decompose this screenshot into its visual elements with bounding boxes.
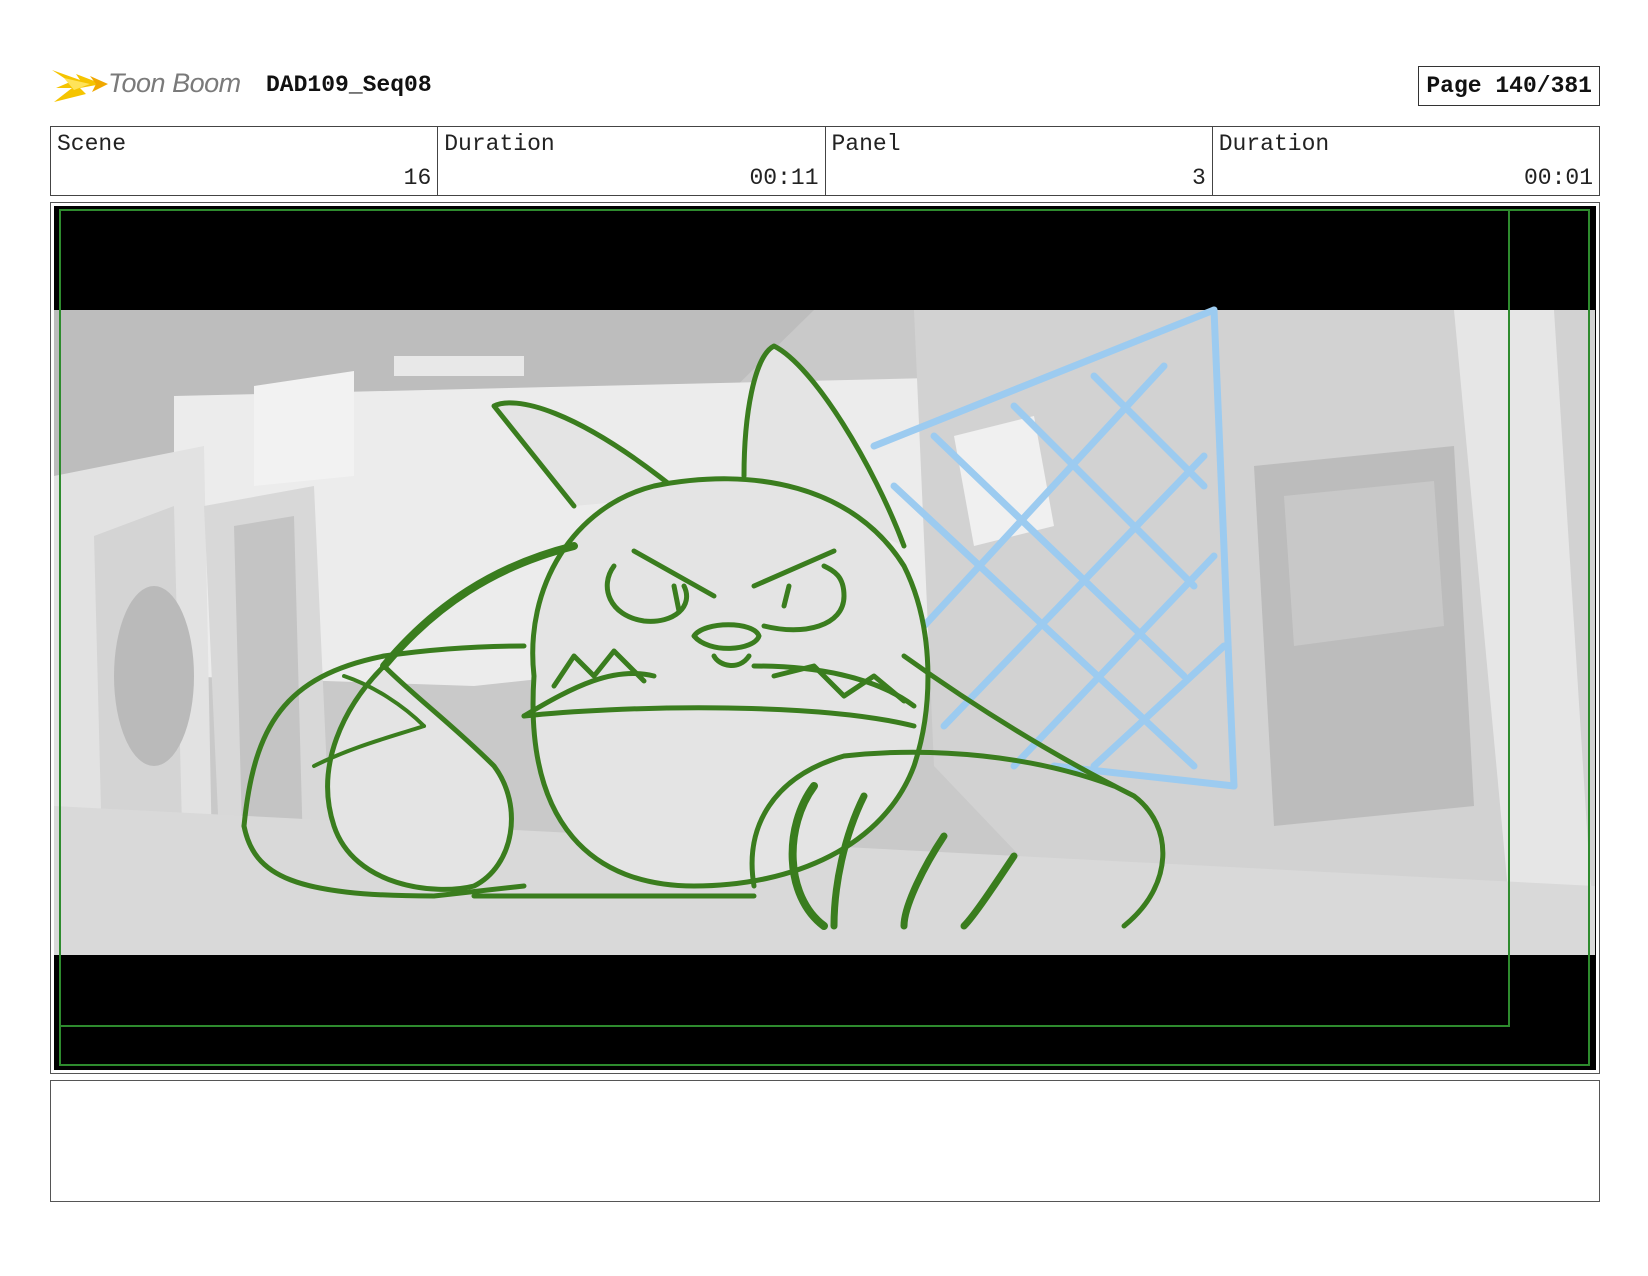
scene-duration-cell: Duration 00:11 [438,127,826,195]
storyboard-header: Toon Boom DAD109_Seq08 Page 140/381 [50,56,1600,116]
panel-label: Panel [831,131,901,157]
scene-duration-value: 00:11 [749,165,819,191]
scene-cell: Scene 16 [51,127,439,195]
panel-notes-box [50,1080,1600,1202]
flash-icon [52,70,108,102]
scene-duration-label: Duration [444,131,555,157]
toon-boom-logo: Toon Boom [50,60,250,108]
panel-drawing [54,206,1595,1069]
scene-label: Scene [57,131,127,157]
panel-duration-cell: Duration 00:01 [1213,127,1599,195]
scene-value: 16 [403,165,432,191]
panel-cell: Panel 3 [826,127,1213,195]
panel-duration-value: 00:01 [1523,165,1593,191]
storyboard-panel-image [54,206,1596,1070]
document-title: DAD109_Seq08 [266,72,432,98]
storyboard-frame [50,202,1600,1074]
panel-duration-label: Duration [1218,131,1330,157]
logo-text: Toon Boom [108,68,241,98]
page-indicator: Page 140/381 [1418,66,1600,106]
scene-info-table: Scene 16 Duration 00:11 Panel 3 Duration… [50,126,1600,196]
panel-value: 3 [1191,165,1206,191]
